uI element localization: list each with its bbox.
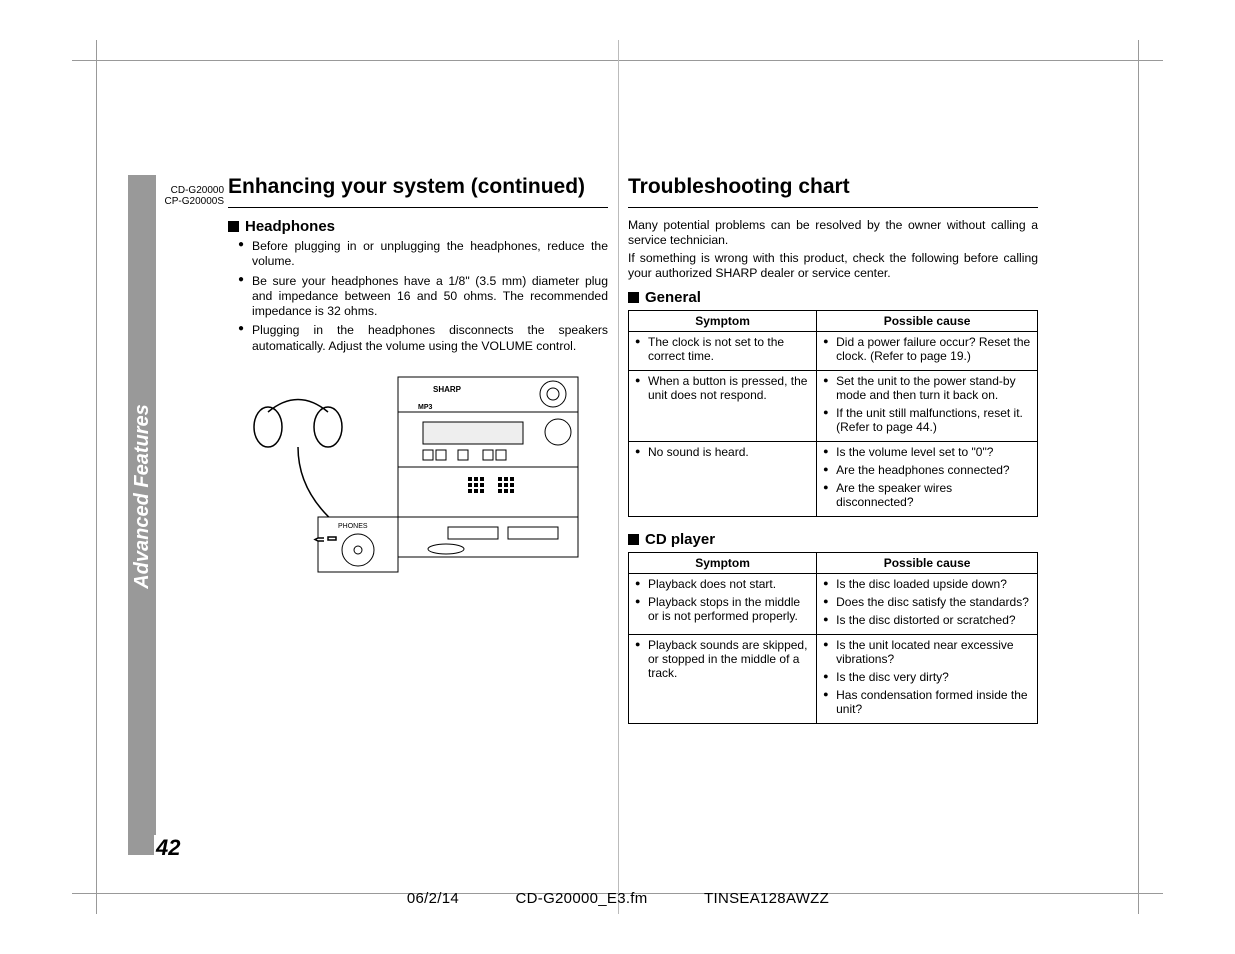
section-tab-label: Advanced Features <box>131 404 154 589</box>
page-footer: 06/2/14 CD-G20000_E3.fm TINSEA128AWZZ <box>128 890 1108 907</box>
table-header-row: Symptom Possible cause <box>629 311 1038 332</box>
cd-table: Symptom Possible cause Playback does not… <box>628 552 1038 724</box>
subheading-headphones: Headphones <box>228 218 608 235</box>
right-column: Troubleshooting chart Many potential pro… <box>628 175 1038 738</box>
subheading-cd-label: CD player <box>645 531 715 548</box>
cause-item: Are the headphones connected? <box>823 463 1031 477</box>
th-cause: Possible cause <box>817 311 1038 332</box>
th-symptom: Symptom <box>629 311 817 332</box>
symptom-item: When a button is pressed, the unit does … <box>635 374 810 402</box>
cause-item: Is the disc distorted or scratched? <box>823 613 1031 627</box>
headphones-bullet-list: Before plugging in or unplugging the hea… <box>238 239 608 354</box>
table-row: The clock is not set to the correct time… <box>629 332 1038 371</box>
diagram-jack-label: PHONES <box>338 523 368 530</box>
th-symptom: Symptom <box>629 553 817 574</box>
symptom-item: Playback sounds are skipped, or stopped … <box>635 638 810 680</box>
right-heading: Troubleshooting chart <box>628 175 1038 201</box>
subheading-cd: CD player <box>628 531 1038 548</box>
list-item: Before plugging in or unplugging the hea… <box>238 239 608 270</box>
list-item: Plugging in the headphones disconnects t… <box>238 323 608 354</box>
subheading-general-label: General <box>645 289 701 306</box>
cause-item: Does the disc satisfy the standards? <box>823 595 1031 609</box>
cause-item: Is the disc loaded upside down? <box>823 577 1031 591</box>
square-bullet-icon <box>628 292 639 303</box>
cause-item: If the unit still malfunctions, reset it… <box>823 406 1031 434</box>
footer-date: 06/2/14 <box>407 890 459 907</box>
intro-paragraph-1: Many potential problems can be resolved … <box>628 218 1038 249</box>
section-tab: Advanced Features <box>128 175 156 855</box>
table-row: When a button is pressed, the unit does … <box>629 371 1038 442</box>
page-content: Advanced Features 42 CD-G20000 CP-G20000… <box>128 175 1108 855</box>
table-row: Playback sounds are skipped, or stopped … <box>629 635 1038 724</box>
headphones-system-diagram: SHARP MP3 <box>228 372 588 592</box>
footer-filename: CD-G20000_E3.fm <box>516 890 648 907</box>
general-table: Symptom Possible cause The clock is not … <box>628 310 1038 517</box>
symptom-item: The clock is not set to the correct time… <box>635 335 810 363</box>
page-number: 42 <box>154 835 182 861</box>
cause-item: Did a power failure occur? Reset the clo… <box>823 335 1031 363</box>
cause-item: Are the speaker wires disconnected? <box>823 481 1031 509</box>
intro-paragraph-2: If something is wrong with this product,… <box>628 251 1038 282</box>
cause-item: Set the unit to the power stand-by mode … <box>823 374 1031 402</box>
symptom-item: No sound is heard. <box>635 445 810 459</box>
heading-rule <box>228 207 608 208</box>
th-cause: Possible cause <box>817 553 1038 574</box>
diagram-brand-label: SHARP <box>433 385 462 394</box>
diagram-format-label: MP3 <box>418 404 433 411</box>
cause-item: Has condensation formed inside the unit? <box>823 688 1031 716</box>
cause-item: Is the disc very dirty? <box>823 670 1031 684</box>
heading-rule <box>628 207 1038 208</box>
left-heading: Enhancing your system (continued) <box>228 175 608 201</box>
cause-item: Is the volume level set to "0"? <box>823 445 1031 459</box>
crop-mark-left <box>96 40 97 914</box>
table-header-row: Symptom Possible cause <box>629 553 1038 574</box>
model-numbers: CD-G20000 CP-G20000S <box>156 185 224 207</box>
square-bullet-icon <box>228 221 239 232</box>
symptom-item: Playback stops in the middle or is not p… <box>635 595 810 623</box>
list-item: Be sure your headphones have a 1/8" (3.5… <box>238 274 608 320</box>
footer-code: TINSEA128AWZZ <box>704 890 829 907</box>
table-row: Playback does not start. Playback stops … <box>629 574 1038 635</box>
left-column: Enhancing your system (continued) Headph… <box>228 175 608 597</box>
cause-item: Is the unit located near excessive vibra… <box>823 638 1031 666</box>
square-bullet-icon <box>628 534 639 545</box>
table-row: No sound is heard. Is the volume level s… <box>629 442 1038 517</box>
crop-mark-right <box>1138 40 1139 914</box>
symptom-item: Playback does not start. <box>635 577 810 591</box>
subheading-general: General <box>628 289 1038 306</box>
subheading-headphones-label: Headphones <box>245 218 335 235</box>
